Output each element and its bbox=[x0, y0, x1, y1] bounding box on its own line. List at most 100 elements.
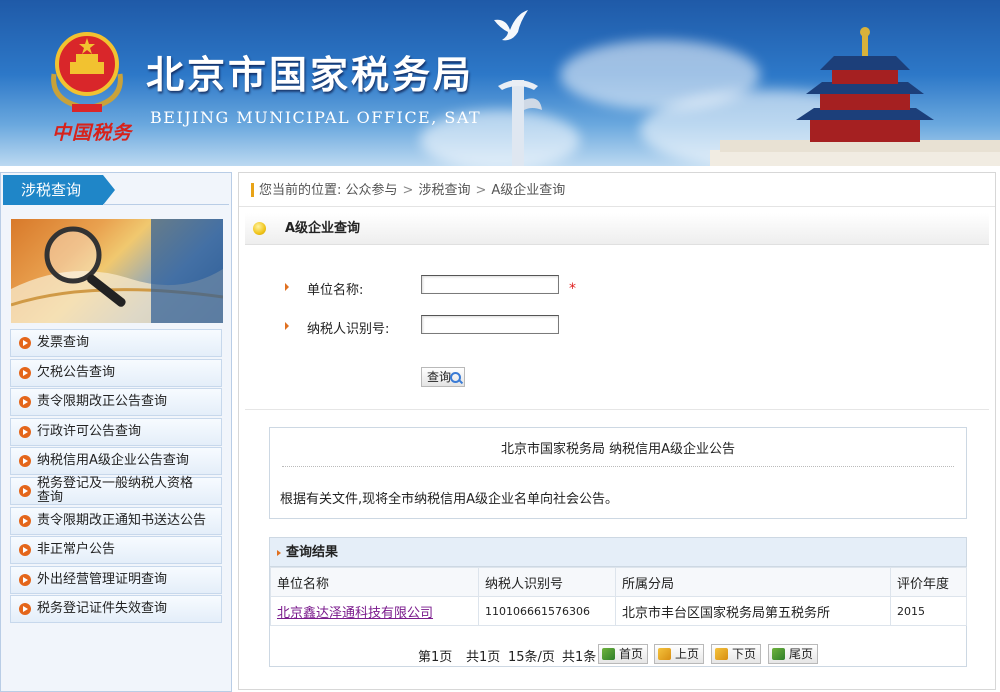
next-page-icon bbox=[715, 648, 728, 660]
results-table: 单位名称 纳税人识别号 所属分局 评价年度 北京鑫达泽通科技有限公司 11010… bbox=[270, 567, 967, 626]
emblem-caption: 中国税务 bbox=[52, 122, 133, 144]
arrow-bullet-icon bbox=[19, 484, 31, 497]
breadcrumb-item-tax-query[interactable]: 涉税查询 bbox=[418, 183, 470, 198]
prev-page-button[interactable]: 上页 bbox=[654, 644, 705, 664]
arrow-bullet-icon bbox=[19, 366, 31, 379]
dove-icon bbox=[494, 10, 528, 41]
pager-total-pages: 共1页 bbox=[466, 650, 501, 665]
cell-year: 2015 bbox=[890, 596, 967, 626]
taxpayer-id-input[interactable] bbox=[421, 315, 559, 334]
divider bbox=[103, 204, 229, 205]
results-panel: 查询结果 单位名称 纳税人识别号 所属分局 评价年度 北京鑫达泽通科技有限公司 … bbox=[269, 537, 967, 667]
arrow-bullet-icon bbox=[19, 396, 31, 409]
section-dot-icon bbox=[253, 222, 266, 235]
arrow-bullet-icon bbox=[19, 544, 31, 557]
breadcrumb: 您当前的位置: 公众参与 > 涉税查询 > A级企业查询 bbox=[239, 173, 995, 207]
sidebar-item-label: 税务登记证件失效查询 bbox=[37, 601, 168, 617]
column-header-bureau: 所属分局 bbox=[615, 567, 891, 597]
header-banner: 中国税务 北京市国家税务局 BEIJING MUNICIPAL OFFICE, … bbox=[0, 0, 1000, 166]
breadcrumb-separator-icon: > bbox=[475, 183, 487, 198]
company-name-label: 单位名称: bbox=[307, 283, 364, 298]
query-form: 单位名称: * 纳税人识别号: 查询 bbox=[245, 245, 989, 410]
pager-per-page: 15条/页 bbox=[508, 650, 555, 665]
divider bbox=[282, 466, 954, 467]
section-title: A级企业查询 bbox=[285, 221, 361, 236]
sidebar-item-label: 行政许可公告查询 bbox=[37, 423, 142, 439]
last-page-icon bbox=[772, 648, 785, 660]
notice-body: 根据有关文件,现将全市纳税信用A级企业名单向社会公告。 bbox=[280, 492, 619, 507]
search-icon bbox=[450, 372, 461, 383]
arrow-bullet-icon bbox=[285, 283, 289, 291]
sidebar-item-tax-registration[interactable]: 税务登记及一般纳税人资格查询 bbox=[10, 475, 222, 505]
huabiao-column-icon bbox=[498, 80, 542, 166]
last-page-label: 尾页 bbox=[789, 647, 814, 661]
arrow-bullet-icon bbox=[19, 573, 31, 586]
next-page-button[interactable]: 下页 bbox=[711, 644, 762, 664]
breadcrumb-item-public[interactable]: 公众参与 bbox=[346, 183, 398, 198]
company-name-input[interactable] bbox=[421, 275, 559, 294]
table-row: 北京鑫达泽通科技有限公司 110106661576306 北京市丰台区国家税务局… bbox=[270, 596, 967, 626]
sidebar-item-a-grade-enterprise[interactable]: 纳税信用A级企业公告查询 bbox=[10, 447, 222, 476]
breadcrumb-prefix: 您当前的位置: bbox=[259, 183, 342, 198]
pager-current-page: 第1页 bbox=[418, 650, 453, 665]
sidebar-item-label: 责令限期改正公告查询 bbox=[37, 394, 168, 410]
prev-page-label: 上页 bbox=[675, 647, 700, 661]
sidebar-item-label: 税务登记及一般纳税人资格查询 bbox=[37, 475, 194, 505]
sidebar-item-invoice-query[interactable]: 发票查询 bbox=[10, 329, 222, 357]
cell-company: 北京鑫达泽通科技有限公司 bbox=[270, 596, 479, 626]
site-title: 北京市国家税务局 bbox=[146, 53, 475, 97]
arrow-bullet-icon bbox=[19, 514, 31, 527]
cell-taxpayer-id: 110106661576306 bbox=[478, 596, 616, 626]
arrow-bullet-icon bbox=[19, 455, 31, 468]
taxpayer-id-label: 纳税人识别号: bbox=[307, 322, 390, 337]
next-page-label: 下页 bbox=[732, 647, 757, 661]
sidebar-item-label: 责令限期改正通知书送达公告 bbox=[37, 512, 207, 528]
column-header-taxpayer-id: 纳税人识别号 bbox=[478, 567, 616, 597]
results-title: 查询结果 bbox=[270, 538, 966, 567]
site-subtitle: BEIJING MUNICIPAL OFFICE, SAT bbox=[150, 108, 482, 127]
section-header: A级企业查询 bbox=[245, 213, 989, 245]
sidebar-tab-label: 涉税查询 bbox=[21, 181, 82, 199]
sidebar-item-label: 外出经营管理证明查询 bbox=[37, 571, 168, 587]
arrow-bullet-icon bbox=[19, 603, 31, 616]
arrow-bullet-icon bbox=[19, 425, 31, 438]
magnifier-book-image bbox=[11, 219, 223, 323]
breadcrumb-separator-icon: > bbox=[402, 183, 414, 198]
notice-box: 北京市国家税务局 纳税信用A级企业公告 根据有关文件,现将全市纳税信用A级企业名… bbox=[269, 427, 967, 519]
arrow-bullet-icon bbox=[285, 322, 289, 330]
national-emblem-icon bbox=[51, 32, 123, 112]
sidebar-menu: 发票查询 欠税公告查询 责令限期改正公告查询 行政许可公告查询 纳税信用A级企业… bbox=[10, 329, 222, 625]
notice-title: 北京市国家税务局 纳税信用A级企业公告 bbox=[500, 442, 736, 457]
arrow-bullet-icon bbox=[19, 337, 31, 349]
query-button-label: 查询 bbox=[427, 370, 452, 384]
prev-page-icon bbox=[658, 648, 671, 660]
sidebar-item-correction-notice[interactable]: 责令限期改正公告查询 bbox=[10, 388, 222, 417]
sidebar-item-label: 欠税公告查询 bbox=[37, 364, 116, 380]
cell-bureau: 北京市丰台区国家税务局第五税务所 bbox=[615, 596, 891, 626]
sidebar-item-label: 发票查询 bbox=[37, 335, 90, 350]
table-header-row: 单位名称 纳税人识别号 所属分局 评价年度 bbox=[270, 567, 967, 597]
company-link[interactable]: 北京鑫达泽通科技有限公司 bbox=[277, 606, 433, 621]
last-page-button[interactable]: 尾页 bbox=[768, 644, 819, 664]
sidebar-item-abnormal-account[interactable]: 非正常户公告 bbox=[10, 536, 222, 565]
column-header-year: 评价年度 bbox=[890, 567, 967, 597]
sidebar-item-certificate-invalid[interactable]: 税务登记证件失效查询 bbox=[10, 595, 222, 624]
sidebar-item-label: 纳税信用A级企业公告查询 bbox=[37, 453, 189, 469]
sidebar-tab[interactable]: 涉税查询 bbox=[3, 175, 115, 205]
sidebar: 涉税查询 发票查询 欠税公告查询 责令限期改正公告查询 行政许可公告查询 纳税信… bbox=[0, 172, 232, 692]
column-header-company: 单位名称 bbox=[270, 567, 479, 597]
pagination: 第1页 共1页 15条/页 共1条 首页 上页 下页 尾页 bbox=[270, 638, 966, 668]
first-page-label: 首页 bbox=[619, 647, 644, 661]
first-page-icon bbox=[602, 648, 615, 660]
magnifier-book-icon bbox=[11, 219, 223, 323]
pager-total-items: 共1条 bbox=[562, 650, 597, 665]
first-page-button[interactable]: 首页 bbox=[598, 644, 649, 664]
main-content: 您当前的位置: 公众参与 > 涉税查询 > A级企业查询 A级企业查询 单位名称: * … bbox=[238, 172, 996, 690]
query-button[interactable]: 查询 bbox=[421, 367, 465, 387]
breadcrumb-item-current: A级企业查询 bbox=[491, 183, 566, 198]
sidebar-item-tax-arrears[interactable]: 欠税公告查询 bbox=[10, 358, 222, 387]
sidebar-item-admin-license[interactable]: 行政许可公告查询 bbox=[10, 417, 222, 446]
sidebar-item-outbound-certificate[interactable]: 外出经营管理证明查询 bbox=[10, 565, 222, 594]
sidebar-item-label: 非正常户公告 bbox=[37, 542, 116, 558]
sidebar-item-correction-delivery[interactable]: 责令限期改正通知书送达公告 bbox=[10, 506, 222, 535]
